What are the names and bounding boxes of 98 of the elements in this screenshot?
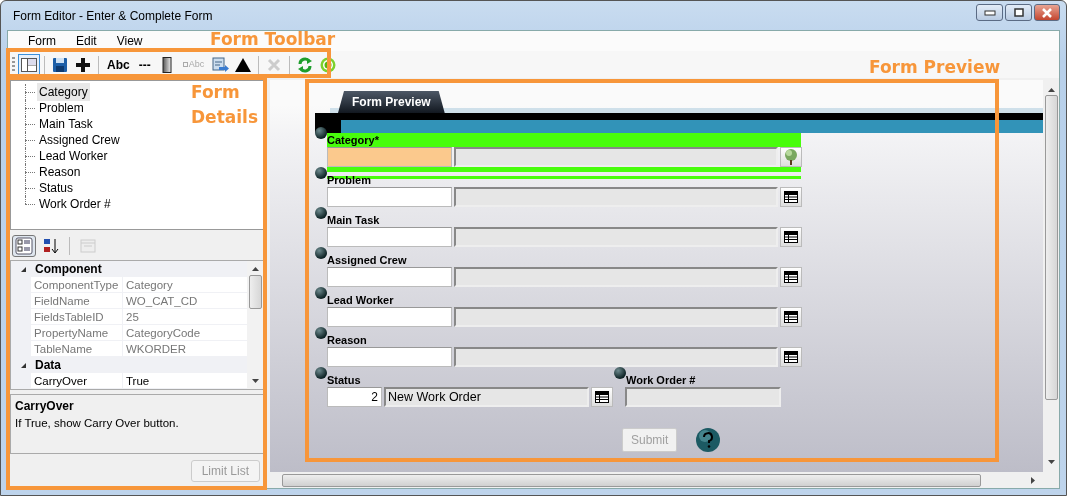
description-field[interactable]: New Work Order bbox=[384, 387, 589, 407]
description-field[interactable] bbox=[454, 147, 778, 167]
description-text: If True, show Carry Over button. bbox=[15, 416, 180, 431]
close-icon bbox=[1041, 7, 1053, 18]
property-value: 25 bbox=[125, 310, 140, 324]
description-title: CarryOver bbox=[15, 398, 75, 415]
annotation-label: Form Details bbox=[191, 81, 259, 129]
toolbar-grip[interactable] bbox=[12, 56, 15, 73]
table-icon bbox=[784, 351, 798, 363]
toolbar-button[interactable]: Abc bbox=[103, 53, 134, 76]
scroll-down-arrow-icon[interactable] bbox=[1047, 460, 1055, 464]
tree-item[interactable]: Work Order # bbox=[37, 195, 113, 213]
scroll-up-arrow-icon[interactable] bbox=[1047, 88, 1055, 92]
toolbar-button[interactable]: --- bbox=[134, 53, 155, 76]
text-field[interactable] bbox=[625, 387, 781, 407]
code-field[interactable] bbox=[327, 307, 452, 327]
description-field[interactable] bbox=[454, 187, 778, 207]
menu-item[interactable]: View bbox=[106, 32, 153, 50]
description-field[interactable] bbox=[454, 267, 778, 287]
help-icon[interactable] bbox=[695, 427, 722, 453]
lookup-button[interactable] bbox=[780, 267, 802, 287]
minimize-icon bbox=[983, 9, 996, 16]
annotation-label: Form Preview bbox=[869, 56, 1001, 79]
close-button[interactable] bbox=[1034, 4, 1060, 21]
code-field[interactable]: 2 bbox=[327, 387, 382, 407]
window-title: Form Editor - Enter & Complete Form bbox=[13, 7, 213, 25]
field-label: Reason bbox=[327, 333, 368, 347]
lookup-button[interactable] bbox=[780, 187, 802, 207]
collapse-triangle-icon[interactable] bbox=[19, 265, 27, 273]
tree-item[interactable]: Lead Worker bbox=[37, 147, 110, 165]
menu-item[interactable]: Form bbox=[18, 32, 66, 50]
menu-item[interactable]: Edit bbox=[66, 32, 107, 50]
table-icon bbox=[784, 311, 798, 323]
bullet-icon bbox=[315, 287, 327, 299]
scroll-thumb[interactable] bbox=[248, 275, 262, 309]
tree-item[interactable]: Reason bbox=[37, 163, 83, 181]
collapse-triangle-icon[interactable] bbox=[19, 361, 27, 369]
categorized-view-button[interactable] bbox=[12, 235, 36, 257]
bullet-icon bbox=[315, 247, 327, 259]
description-field[interactable] bbox=[454, 227, 778, 247]
code-field[interactable] bbox=[327, 147, 452, 167]
bullet-icon bbox=[315, 327, 327, 339]
property-name: FieldsTableID bbox=[31, 309, 123, 324]
lookup-button[interactable] bbox=[780, 227, 802, 247]
scrollbar[interactable] bbox=[247, 261, 263, 389]
bullet-icon bbox=[614, 367, 626, 379]
scroll-down-arrow-icon[interactable] bbox=[251, 379, 259, 383]
field-label: Status bbox=[327, 373, 362, 387]
property-name: PropertyName bbox=[31, 325, 123, 340]
property-name: TableName bbox=[31, 341, 123, 356]
tree-item[interactable]: Category bbox=[37, 83, 90, 101]
lookup-button[interactable] bbox=[780, 147, 802, 167]
field-label: Assigned Crew bbox=[327, 253, 408, 267]
section-header: Data bbox=[35, 357, 61, 374]
tree-item[interactable]: Problem bbox=[37, 99, 86, 117]
tree-icon bbox=[782, 148, 800, 166]
field-label: Lead Worker bbox=[327, 293, 395, 307]
code-field[interactable] bbox=[327, 187, 452, 207]
field-label: Main Task bbox=[327, 213, 381, 227]
description-field[interactable] bbox=[454, 347, 778, 367]
maximize-button[interactable] bbox=[1005, 4, 1032, 21]
property-name: FieldName bbox=[31, 293, 123, 308]
scroll-right-arrow-icon[interactable] bbox=[1031, 476, 1035, 484]
preview-tab[interactable]: Form Preview bbox=[338, 91, 445, 113]
annotation-label: Form Toolbar bbox=[210, 28, 336, 51]
maximize-icon bbox=[1013, 8, 1024, 17]
property-name: CarryOver bbox=[31, 373, 123, 388]
bullet-icon bbox=[315, 367, 327, 379]
code-field[interactable] bbox=[327, 347, 452, 367]
table-icon bbox=[784, 191, 798, 203]
scroll-thumb[interactable] bbox=[282, 473, 981, 487]
field-label: Category* bbox=[327, 133, 801, 147]
property-name: ComponentType bbox=[31, 277, 123, 292]
lookup-button[interactable] bbox=[780, 307, 802, 327]
property-value: CategoryCode bbox=[125, 326, 202, 340]
minimize-button[interactable] bbox=[976, 4, 1003, 21]
table-icon bbox=[784, 231, 798, 243]
tree-item[interactable]: Main Task bbox=[37, 115, 95, 133]
property-value: WKORDER bbox=[125, 342, 188, 356]
tree-item[interactable]: Assigned Crew bbox=[37, 131, 122, 149]
lookup-button[interactable] bbox=[780, 347, 802, 367]
code-field[interactable] bbox=[327, 267, 452, 287]
tree-item[interactable]: Status bbox=[37, 179, 76, 197]
field-label: Work Order # bbox=[626, 373, 697, 387]
description-field[interactable] bbox=[454, 307, 778, 327]
property-value[interactable]: True bbox=[123, 373, 247, 388]
scroll-up-arrow-icon[interactable] bbox=[251, 267, 259, 271]
code-field[interactable] bbox=[327, 227, 452, 247]
property-value: Category bbox=[125, 278, 174, 292]
table-icon bbox=[595, 391, 609, 403]
layout-button[interactable] bbox=[18, 53, 40, 76]
bullet-icon bbox=[315, 167, 327, 179]
bullet-icon bbox=[315, 207, 327, 219]
scroll-thumb[interactable] bbox=[1044, 95, 1058, 400]
lookup-button[interactable] bbox=[591, 387, 613, 407]
property-value: WO_CAT_CD bbox=[125, 294, 199, 308]
section-header: Component bbox=[35, 261, 102, 278]
table-icon bbox=[784, 271, 798, 283]
